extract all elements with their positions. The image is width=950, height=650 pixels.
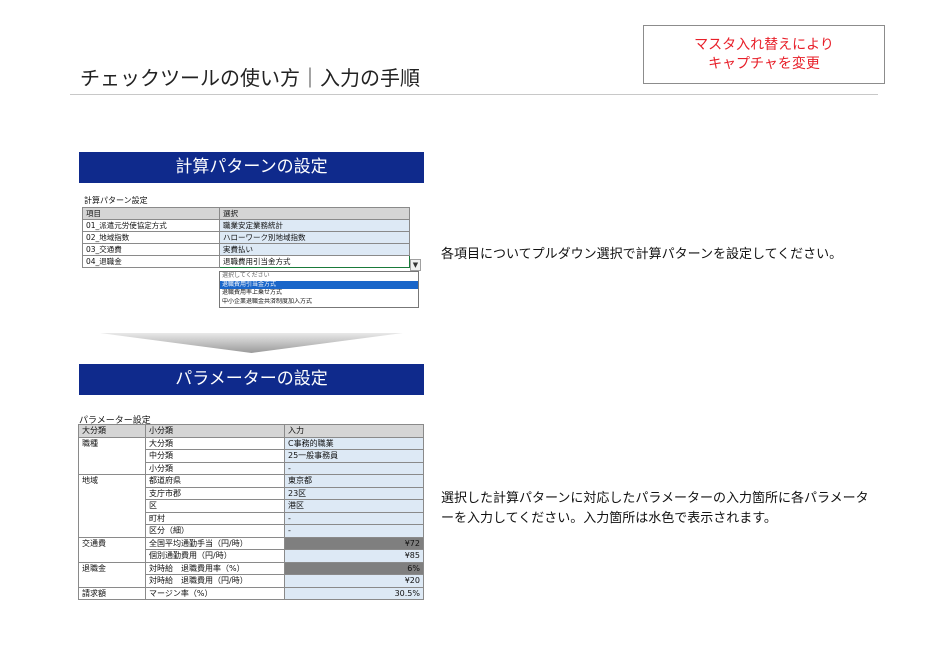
row-label: 小分類: [145, 461, 285, 475]
row-label: 支庁市郡: [145, 486, 285, 500]
row-label: 都道府県: [145, 474, 285, 488]
table-row: 交通費 全国平均通勤手当（円/時） ¥72: [78, 536, 424, 563]
row-item: 01_派遣元労使協定方式: [82, 219, 220, 232]
header-minor: 小分類: [145, 424, 285, 438]
input-cell[interactable]: 東京都: [284, 474, 424, 488]
input-cell[interactable]: -: [284, 461, 424, 475]
input-cell[interactable]: 港区: [284, 499, 424, 513]
choice-cell[interactable]: 実費払い: [219, 243, 410, 256]
input-cell[interactable]: -: [284, 524, 424, 538]
group-retire: 退職金: [78, 561, 146, 588]
notice-line-1: マスタ入れ替えにより: [694, 37, 834, 53]
page-title: チェックツールの使い方｜入力の手順: [80, 66, 420, 90]
table-row: 請求額 マージン率（%） 30.5%: [78, 586, 424, 600]
dropdown-option[interactable]: 中小企業退職金共済制度加入方式: [220, 298, 418, 307]
row-label: 区: [145, 499, 285, 513]
parameter-banner: パラメーターの設定: [79, 364, 424, 395]
row-label: 大分類: [145, 436, 285, 450]
row-label: 個別通勤費用（円/時）: [145, 549, 285, 563]
computed-cell: 6%: [284, 561, 424, 575]
header-item: 項目: [82, 207, 220, 220]
choice-cell-active[interactable]: 退職費用引当金方式: [219, 255, 410, 268]
group-region: 地域: [78, 474, 146, 538]
table-row: 02_地域指数 ハローワーク別地域指数: [82, 231, 410, 244]
row-label: 全国平均通勤手当（円/時）: [145, 536, 285, 550]
chevron-down-icon: ▼: [412, 261, 419, 269]
input-cell[interactable]: 25一般事務員: [284, 449, 424, 463]
row-item: 02_地域指数: [82, 231, 220, 244]
row-label: マージン率（%）: [145, 586, 285, 600]
table-row: 01_派遣元労使協定方式 職業安定業務統計: [82, 219, 410, 232]
row-label: 中分類: [145, 449, 285, 463]
notice-box: マスタ入れ替えにより キャプチャを変更: [643, 25, 885, 84]
row-label: 町村: [145, 511, 285, 525]
description-calc: 各項目についてプルダウン選択で計算パターンを設定してください。: [441, 247, 843, 262]
row-label: 区分（細）: [145, 524, 285, 538]
group-billing: 請求額: [78, 586, 146, 600]
input-cell[interactable]: C事務的職業: [284, 436, 424, 450]
input-cell[interactable]: 23区: [284, 486, 424, 500]
down-arrow-icon: [100, 333, 403, 353]
input-cell[interactable]: -: [284, 511, 424, 525]
calc-pattern-table: 項目 選択 01_派遣元労使協定方式 職業安定業務統計 02_地域指数 ハローワ…: [82, 207, 410, 268]
dropdown-list[interactable]: 選択してください 退職費用引当金方式 退職費用率上乗せ方式 中小企業退職金共済制…: [219, 271, 419, 308]
table-row: 地域 都道府県 東京都: [78, 474, 424, 538]
row-item: 04_退職金: [82, 255, 220, 268]
calc-pattern-banner: 計算パターンの設定: [79, 152, 424, 183]
table-header-row: 項目 選択: [82, 207, 410, 220]
choice-cell[interactable]: ハローワーク別地域指数: [219, 231, 410, 244]
table-header-row: 大分類 小分類 入力: [78, 424, 424, 438]
row-item: 03_交通費: [82, 243, 220, 256]
choice-cell[interactable]: 職業安定業務統計: [219, 219, 410, 232]
input-cell[interactable]: 30.5%: [284, 586, 424, 600]
notice-line-2: キャプチャを変更: [708, 56, 820, 72]
table-row: 04_退職金 退職費用引当金方式: [82, 255, 410, 268]
parameter-table: 大分類 小分類 入力 職種 大分類 C事務的職業 中分類 25一般事務員 小分類…: [78, 424, 424, 600]
computed-cell: ¥72: [284, 536, 424, 550]
header-choice: 選択: [219, 207, 410, 220]
header-input: 入力: [284, 424, 424, 438]
table-row: 職種 大分類 C事務的職業: [78, 436, 424, 475]
row-label: 対時給 退職費用（円/時）: [145, 574, 285, 588]
table-row: 退職金 対時給 退職費用率（%） 6%: [78, 561, 424, 588]
title-divider: [70, 94, 878, 95]
row-label: 対時給 退職費用率（%）: [145, 561, 285, 575]
dropdown-option[interactable]: 退職費用引当金方式: [220, 280, 418, 289]
group-job: 職種: [78, 436, 146, 475]
input-cell[interactable]: ¥85: [284, 549, 424, 563]
dropdown-button[interactable]: ▼: [410, 259, 421, 271]
description-parameter: 選択した計算パターンに対応したパラメーターの入力箇所に各パラメーターを入力してく…: [441, 491, 869, 526]
dropdown-hint: 選択してください: [222, 272, 270, 279]
input-cell[interactable]: ¥20: [284, 574, 424, 588]
header-major: 大分類: [78, 424, 146, 438]
table-row: 03_交通費 実費払い: [82, 243, 410, 256]
dropdown-option[interactable]: 退職費用率上乗せ方式: [220, 289, 418, 298]
calc-pattern-caption: 計算パターン設定: [84, 196, 148, 205]
group-transport: 交通費: [78, 536, 146, 563]
